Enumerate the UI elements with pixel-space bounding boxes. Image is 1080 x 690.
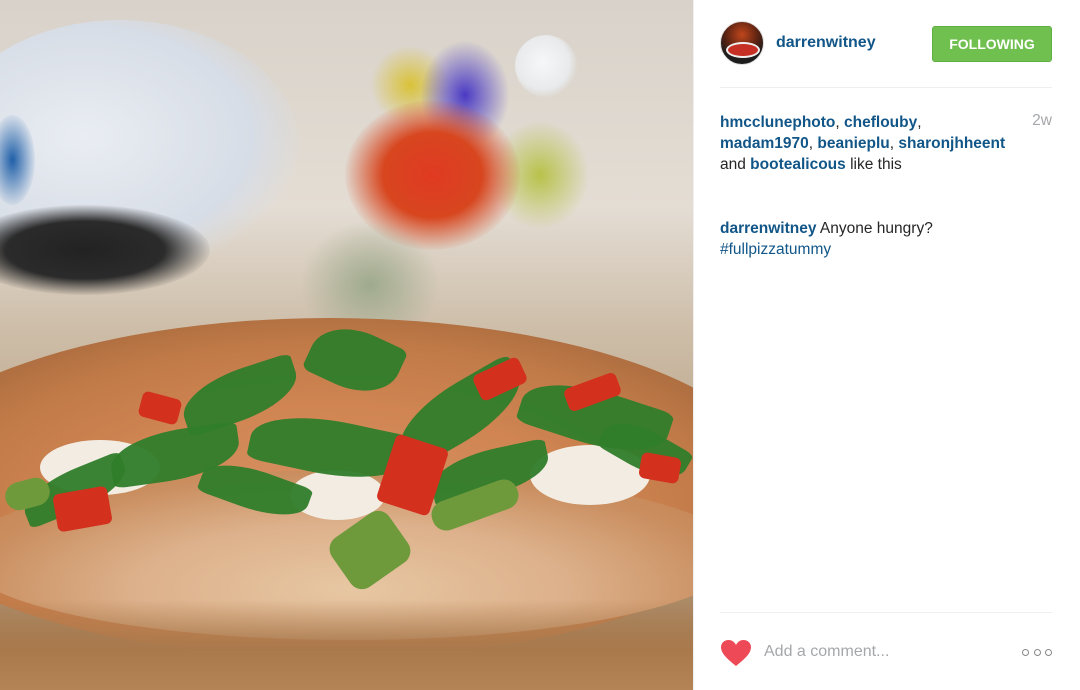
photo-blur-bubble	[515, 35, 577, 97]
more-options-icon[interactable]	[1022, 643, 1052, 661]
post-sidebar: darrenwitney FOLLOWING hmcclunephoto, ch…	[693, 0, 1080, 690]
caption-text: Anyone hungry?	[816, 220, 933, 237]
dot-icon	[1022, 648, 1029, 656]
likes-summary: hmcclunephoto, cheflouby, madam1970, bea…	[720, 114, 1006, 173]
caption-author-link[interactable]: darrenwitney	[720, 220, 816, 237]
post-timestamp[interactable]: 2w	[1024, 112, 1052, 130]
post-caption: darrenwitney Anyone hungry? #fullpizzatum…	[720, 218, 1020, 260]
hashtag-link[interactable]: #fullpizzatummy	[720, 241, 831, 258]
liker-link[interactable]: hmcclunephoto	[720, 114, 835, 131]
likes-and-text: and	[720, 156, 751, 173]
likes-suffix-text: like this	[845, 156, 902, 173]
author-username-link[interactable]: darrenwitney	[776, 34, 876, 52]
post-actions	[720, 612, 1052, 690]
avatar[interactable]	[720, 21, 764, 65]
liker-link[interactable]: cheflouby	[844, 114, 917, 131]
liker-link[interactable]: bootealicous	[750, 156, 846, 173]
dot-icon	[1045, 648, 1052, 656]
wooden-board	[0, 600, 693, 690]
liker-link[interactable]: sharonjhheent	[898, 135, 1005, 152]
liker-link[interactable]: beanieplu	[817, 135, 889, 152]
post-header: darrenwitney FOLLOWING	[720, 20, 1052, 88]
heart-icon[interactable]	[720, 639, 752, 667]
following-button[interactable]: FOLLOWING	[932, 26, 1052, 62]
dot-icon	[1033, 648, 1041, 656]
liker-link[interactable]: madam1970	[720, 135, 809, 152]
add-comment-input[interactable]	[764, 639, 1004, 665]
avatar-pizza-image	[728, 44, 758, 56]
post-photo[interactable]	[0, 0, 693, 690]
